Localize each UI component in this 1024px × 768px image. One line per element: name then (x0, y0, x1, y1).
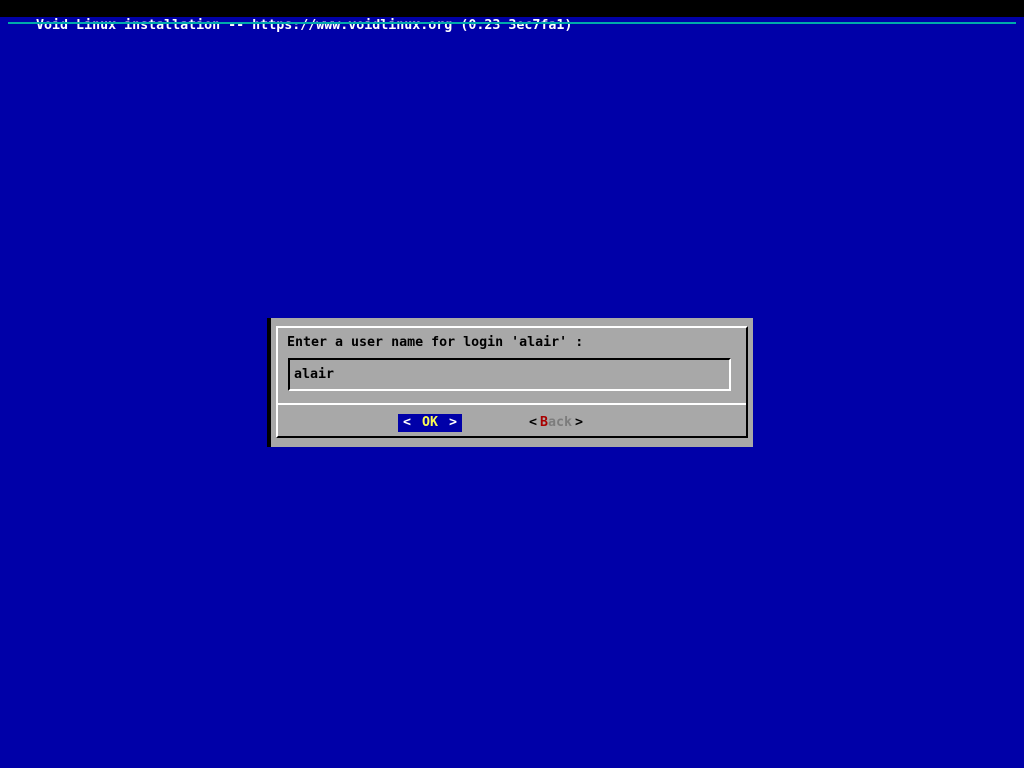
console-screen: Void Linux installation -- https://www.v… (0, 0, 1024, 768)
username-input-value: alair (294, 360, 334, 389)
backtitle-text: Void Linux installation -- https://www.v… (32, 18, 572, 33)
back-button-label: Back (540, 414, 572, 432)
back-left-arrow: < (529, 414, 537, 432)
back-button[interactable]: <Back> (524, 414, 588, 432)
dialog-message: Enter a user name for login 'alair' : (287, 336, 583, 350)
backtitle-bar: Void Linux installation -- https://www.v… (0, 0, 1024, 17)
ok-button[interactable]: < OK > (398, 414, 462, 432)
back-label-rest: ack (548, 415, 572, 430)
back-hotkey-letter: B (540, 415, 548, 430)
title-separator-line (8, 22, 1016, 24)
username-dialog: Enter a user name for login 'alair' : al… (271, 318, 753, 447)
button-row-separator (278, 403, 746, 405)
username-input[interactable]: alair (288, 358, 731, 391)
ok-button-label: OK (422, 414, 438, 432)
back-right-arrow: > (575, 414, 583, 432)
ok-right-arrow: > (449, 414, 457, 432)
ok-left-arrow: < (403, 414, 411, 432)
